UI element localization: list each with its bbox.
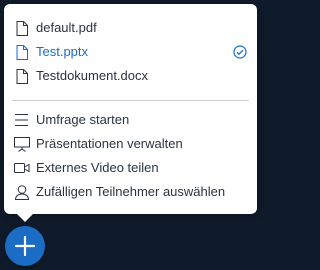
file-icon [14, 68, 30, 84]
poll-icon [14, 112, 30, 128]
file-item-test-pptx[interactable]: Test.pptx [4, 40, 257, 64]
actions-button[interactable] [5, 226, 45, 266]
action-label: Externes Video teilen [36, 160, 159, 175]
start-poll-button[interactable]: Umfrage starten [4, 108, 257, 132]
plus-icon [14, 235, 36, 257]
actions-menu: default.pdf Test.pptx Testdokument.docx … [4, 4, 257, 214]
file-name: default.pdf [36, 20, 97, 35]
menu-divider [12, 100, 249, 101]
manage-presentations-button[interactable]: Präsentationen verwalten [4, 132, 257, 156]
action-label: Präsentationen verwalten [36, 136, 183, 151]
file-icon [14, 44, 30, 60]
action-label: Zufälligen Teilnehmer auswählen [36, 184, 226, 199]
file-item-testdokument-docx[interactable]: Testdokument.docx [4, 64, 257, 88]
menu-caret [16, 213, 34, 222]
user-icon [14, 184, 30, 200]
video-icon [14, 160, 30, 176]
presentation-icon [14, 136, 30, 152]
file-name: Test.pptx [36, 44, 89, 59]
file-icon [14, 20, 30, 36]
check-circle-icon [233, 45, 247, 59]
file-item-default-pdf[interactable]: default.pdf [4, 16, 257, 40]
share-external-video-button[interactable]: Externes Video teilen [4, 156, 257, 180]
select-random-user-button[interactable]: Zufälligen Teilnehmer auswählen [4, 180, 257, 204]
action-label: Umfrage starten [36, 112, 130, 127]
file-name: Testdokument.docx [36, 68, 149, 83]
